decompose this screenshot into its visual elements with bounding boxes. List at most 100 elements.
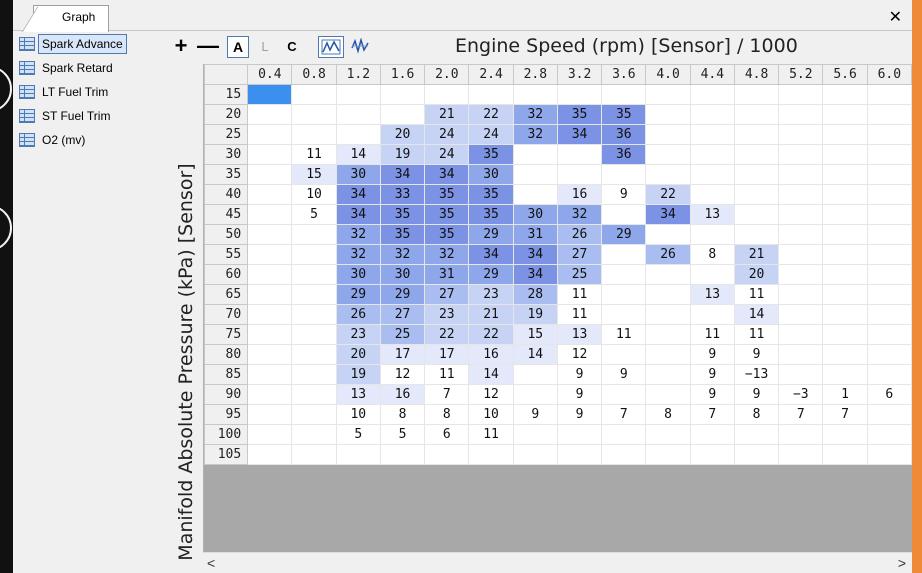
table-cell[interactable]: 32 — [379, 244, 426, 265]
table-cell[interactable]: 23 — [335, 324, 381, 345]
table-cell[interactable]: 15 — [512, 324, 558, 345]
table-cell[interactable] — [247, 324, 293, 345]
table-cell[interactable] — [689, 84, 735, 105]
tab-graph[interactable]: Graph — [22, 5, 109, 32]
table-cell[interactable]: 11 — [291, 144, 337, 165]
table-cell[interactable]: 14 — [468, 364, 514, 385]
table-cell[interactable]: 27 — [424, 284, 470, 305]
table-cell[interactable]: 32 — [424, 244, 470, 265]
table-cell[interactable] — [866, 324, 912, 345]
table-cell[interactable]: 9 — [556, 364, 603, 385]
table-cell[interactable]: 5 — [335, 424, 381, 445]
column-header[interactable]: 1.6 — [379, 64, 426, 85]
mode-a-button[interactable]: A — [227, 36, 249, 58]
table-cell[interactable] — [335, 124, 381, 145]
table-cell[interactable] — [689, 304, 735, 325]
table-cell[interactable]: 19 — [379, 144, 426, 165]
table-cell[interactable] — [689, 164, 735, 185]
table-cell[interactable]: 9 — [733, 344, 780, 365]
table-cell[interactable]: 17 — [379, 344, 426, 365]
table-cell[interactable]: 35 — [424, 224, 470, 245]
table-cell[interactable]: 28 — [512, 284, 558, 305]
table-cell[interactable]: 9 — [601, 364, 647, 385]
table-cell[interactable]: 7 — [424, 384, 470, 405]
table-cell[interactable]: 9 — [601, 184, 647, 205]
table-cell[interactable] — [733, 424, 780, 445]
table-cell[interactable] — [778, 264, 824, 285]
table-cell[interactable] — [247, 304, 293, 325]
table-cell[interactable] — [689, 144, 735, 165]
table-cell[interactable]: 20 — [733, 264, 780, 285]
table-cell[interactable]: 11 — [468, 424, 514, 445]
table-cell[interactable] — [866, 184, 912, 205]
table-cell[interactable] — [512, 164, 558, 185]
table-cell[interactable] — [601, 84, 647, 105]
table-cell[interactable] — [822, 164, 868, 185]
table-cell[interactable] — [291, 404, 337, 425]
table-cell[interactable]: 23 — [468, 284, 514, 305]
table-cell[interactable] — [822, 84, 868, 105]
table-cell[interactable] — [291, 324, 337, 345]
table-cell[interactable] — [822, 324, 868, 345]
table-cell[interactable]: 9 — [689, 344, 735, 365]
table-cell[interactable] — [778, 164, 824, 185]
table-cell[interactable]: 12 — [379, 364, 426, 385]
table-cell[interactable]: 8 — [645, 404, 691, 425]
table-cell[interactable] — [866, 244, 912, 265]
table-cell[interactable]: 20 — [335, 344, 381, 365]
table-cell[interactable] — [291, 304, 337, 325]
table-cell[interactable]: 9 — [556, 404, 603, 425]
table-cell[interactable] — [556, 84, 603, 105]
table-cell[interactable] — [778, 304, 824, 325]
table-cell[interactable]: 35 — [379, 204, 426, 225]
table-cell[interactable] — [778, 84, 824, 105]
table-cell[interactable] — [601, 284, 647, 305]
column-header[interactable]: 0.4 — [247, 64, 293, 85]
table-cell[interactable] — [556, 424, 603, 445]
column-header[interactable]: 2.0 — [424, 64, 470, 85]
table-cell[interactable] — [778, 224, 824, 245]
table-cell[interactable]: 26 — [335, 304, 381, 325]
row-header[interactable]: 60 — [204, 264, 249, 285]
table-cell[interactable]: 25 — [556, 264, 603, 285]
table-cell[interactable] — [468, 84, 514, 105]
column-header[interactable]: 0.8 — [291, 64, 337, 85]
table-cell[interactable] — [645, 424, 691, 445]
table-cell[interactable]: 14 — [512, 344, 558, 365]
table-cell[interactable]: 12 — [556, 344, 603, 365]
table-cell[interactable]: 25 — [379, 324, 426, 345]
table-cell[interactable] — [645, 124, 691, 145]
table-cell[interactable] — [645, 264, 691, 285]
table-cell[interactable]: 36 — [601, 124, 647, 145]
table-cell[interactable] — [335, 444, 381, 465]
table-cell[interactable]: 8 — [379, 404, 426, 425]
table-cell[interactable]: 11 — [733, 324, 780, 345]
table-cell[interactable]: 24 — [468, 124, 514, 145]
table-cell[interactable]: 10 — [291, 184, 337, 205]
table-cell[interactable] — [866, 204, 912, 225]
table-cell[interactable]: 35 — [601, 104, 647, 125]
table-cell[interactable]: 34 — [424, 164, 470, 185]
row-header[interactable]: 55 — [204, 244, 249, 265]
table-cell[interactable] — [689, 264, 735, 285]
column-header[interactable]: 2.4 — [468, 64, 514, 85]
mode-l-button[interactable]: L — [258, 34, 272, 58]
sidebar-item-spark-retard[interactable]: Spark Retard — [13, 56, 161, 80]
table-cell[interactable] — [247, 84, 293, 105]
row-header[interactable]: 15 — [204, 84, 249, 105]
table-cell[interactable] — [247, 204, 293, 225]
table-cell[interactable] — [247, 364, 293, 385]
table-cell[interactable] — [247, 284, 293, 305]
table-cell[interactable] — [778, 124, 824, 145]
table-cell[interactable] — [689, 224, 735, 245]
table-cell[interactable] — [822, 224, 868, 245]
table-cell[interactable] — [601, 244, 647, 265]
column-header[interactable]: 3.2 — [556, 64, 603, 85]
table-cell[interactable]: 22 — [468, 324, 514, 345]
column-header[interactable]: 4.4 — [689, 64, 735, 85]
table-cell[interactable] — [645, 104, 691, 125]
table-cell[interactable] — [645, 144, 691, 165]
row-header[interactable]: 65 — [204, 284, 249, 305]
table-cell[interactable] — [556, 164, 603, 185]
waveform-button[interactable] — [350, 34, 370, 58]
